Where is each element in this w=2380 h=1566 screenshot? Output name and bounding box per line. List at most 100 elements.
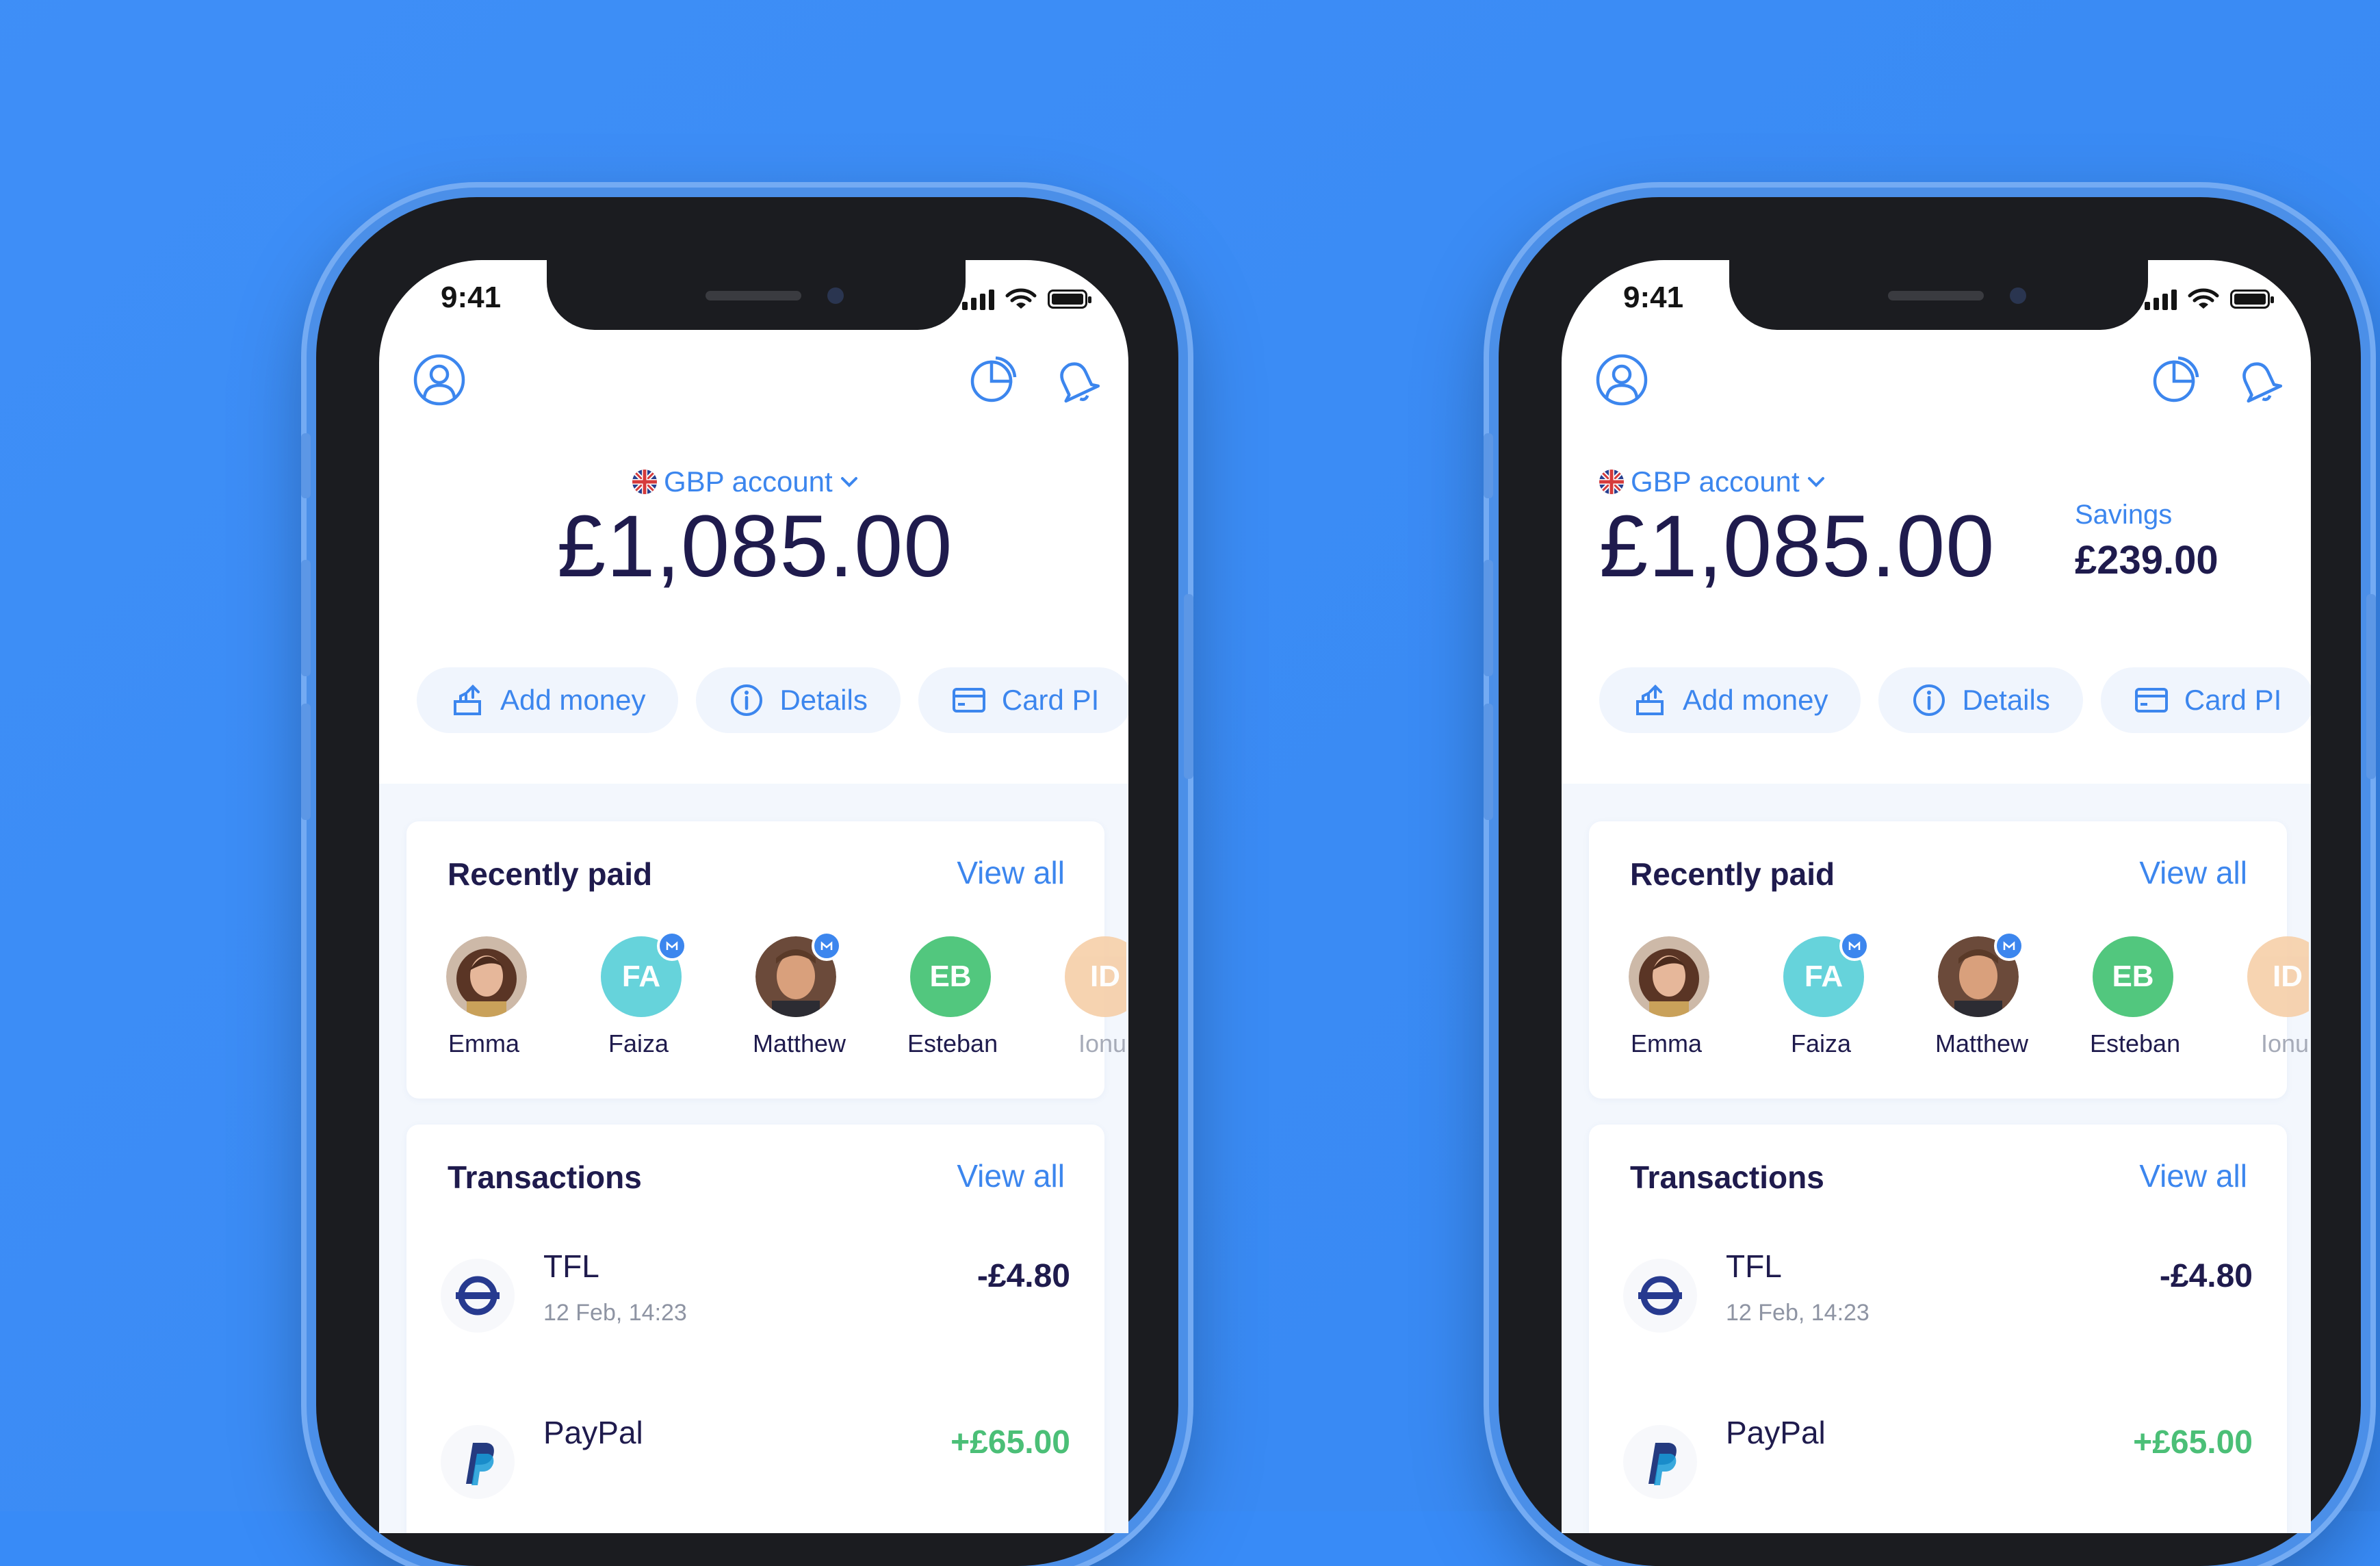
chevron-down-icon	[840, 477, 857, 487]
avatar: ID	[2247, 936, 2309, 1017]
profile-icon[interactable]	[412, 352, 467, 407]
bank-badge-icon	[657, 931, 687, 961]
add-money-button[interactable]: Add money	[417, 667, 679, 733]
signal-icon	[2145, 288, 2177, 310]
contact-name: Faiza	[608, 1029, 669, 1057]
transaction-amount: -£4.80	[976, 1258, 1070, 1294]
battery-icon	[2230, 290, 2274, 309]
transaction-name: PayPal	[1726, 1415, 1826, 1450]
action-bar: Add money Details Card PI	[1599, 667, 2311, 733]
contact-name: Esteban	[2090, 1029, 2181, 1057]
transaction-row[interactable]: PayPal +£65.00	[1623, 1414, 2253, 1517]
contact-name: Ionu	[2260, 1029, 2309, 1057]
stats-icon[interactable]	[2147, 352, 2201, 407]
contact-name: Emma	[1630, 1029, 1702, 1057]
contact-emma[interactable]: Emma	[446, 936, 601, 1058]
transaction-row[interactable]: PayPal +£65.00	[441, 1414, 1070, 1517]
contacts-list: Emma FA Faiza Matthew EB Esteban ID Ionu	[446, 931, 1126, 1058]
transaction-date: 12 Feb, 14:23	[1726, 1300, 1870, 1326]
bell-icon[interactable]	[1048, 352, 1103, 407]
notch	[1729, 260, 2148, 330]
volume-up-button	[301, 560, 311, 676]
savings-label[interactable]: Savings	[2075, 500, 2172, 530]
avatar	[1629, 936, 1709, 1017]
contact-faiza[interactable]: FA Faiza	[1783, 931, 1938, 1058]
status-time: 9:41	[1623, 281, 1684, 314]
transaction-row[interactable]: TFL 12 Feb, 14:23 -£4.80	[1623, 1248, 2253, 1350]
account-selector[interactable]: GBP account	[632, 465, 859, 498]
volume-up-button	[1484, 560, 1493, 676]
recently-paid-title: Recently paid	[1630, 856, 1835, 892]
card-pin-label: Card PI	[1001, 684, 1100, 716]
chevron-down-icon	[1807, 477, 1824, 487]
mute-switch	[1484, 433, 1493, 498]
add-money-label: Add money	[1683, 684, 1828, 716]
status-icons	[962, 287, 1091, 311]
phone-right: 9:41 GBP account £1,085.00 Savings £239.…	[1484, 197, 2376, 1566]
volume-down-button	[1484, 704, 1493, 820]
wifi-icon	[1005, 288, 1037, 309]
contact-name: Emma	[448, 1029, 519, 1057]
contact-emma[interactable]: Emma	[1629, 936, 1783, 1058]
contact-esteban[interactable]: EB Esteban	[2090, 936, 2247, 1058]
action-bar: Add money Details Card PI	[417, 667, 1128, 733]
transaction-amount: +£65.00	[950, 1424, 1070, 1461]
details-button[interactable]: Details	[696, 667, 901, 733]
status-time: 9:41	[441, 281, 502, 314]
power-button	[2366, 594, 2376, 779]
contact-ionu[interactable]: ID Ionu	[1065, 936, 1126, 1058]
details-label: Details	[1962, 684, 2050, 716]
transaction-name: PayPal	[543, 1415, 643, 1450]
savings-balance[interactable]: £239.00	[2075, 537, 2219, 583]
transaction-amount: -£4.80	[2159, 1258, 2253, 1294]
transaction-name: TFL	[543, 1248, 599, 1284]
transaction-amount: +£65.00	[2133, 1424, 2253, 1461]
account-label: GBP account	[664, 465, 833, 498]
card-pin-button[interactable]: Card PI	[2100, 667, 2311, 733]
contact-faiza[interactable]: FA Faiza	[601, 931, 755, 1058]
card-icon	[952, 688, 985, 713]
battery-icon	[1048, 290, 1091, 309]
account-balance: £1,085.00	[557, 498, 953, 595]
transactions-view-all-link[interactable]: View all	[2139, 1157, 2247, 1194]
transactions-view-all-link[interactable]: View all	[957, 1157, 1065, 1194]
bank-badge-icon	[1839, 931, 1870, 961]
contact-matthew[interactable]: Matthew	[1935, 931, 2093, 1058]
contact-esteban[interactable]: EB Esteban	[907, 936, 1065, 1058]
tfl-logo-icon	[1623, 1259, 1697, 1333]
info-icon	[731, 684, 763, 716]
uk-flag-icon	[1599, 470, 1624, 494]
avatar: EB	[2093, 936, 2173, 1017]
profile-icon[interactable]	[1594, 352, 1649, 407]
card-pin-button[interactable]: Card PI	[918, 667, 1128, 733]
transaction-row[interactable]: TFL 12 Feb, 14:23 -£4.80	[441, 1248, 1070, 1350]
add-money-icon	[1636, 684, 1664, 715]
phone-left: 9:41 GBP account £1,085.00 Add money Det…	[301, 197, 1193, 1566]
mute-switch	[301, 433, 311, 498]
recently-paid-view-all-link[interactable]: View all	[2139, 854, 2247, 891]
account-balance: £1,085.00	[1599, 498, 1995, 595]
recently-paid-title: Recently paid	[448, 856, 653, 892]
account-selector[interactable]: GBP account	[1599, 465, 1826, 498]
contact-matthew[interactable]: Matthew	[753, 931, 910, 1058]
contact-ionu[interactable]: ID Ionu	[2247, 936, 2309, 1058]
add-money-icon	[454, 684, 481, 715]
avatar	[446, 936, 527, 1017]
transaction-date: 12 Feb, 14:23	[543, 1300, 687, 1326]
recently-paid-card: Recently paid View all Emma FA Faiza Mat…	[406, 821, 1126, 1099]
screen: 9:41	[379, 260, 1128, 1533]
transaction-name: TFL	[1726, 1248, 1782, 1284]
notch	[547, 260, 966, 330]
add-money-button[interactable]: Add money	[1599, 667, 1861, 733]
power-button	[1184, 594, 1193, 779]
volume-down-button	[301, 704, 311, 820]
screen: 9:41	[1562, 260, 2311, 1533]
bank-badge-icon	[812, 931, 842, 961]
recently-paid-view-all-link[interactable]: View all	[957, 854, 1065, 891]
details-button[interactable]: Details	[1878, 667, 2083, 733]
transactions-card: Transactions View all TFL 12 Feb, 14:23 …	[406, 1125, 1104, 1533]
stats-icon[interactable]	[964, 352, 1019, 407]
transactions-title: Transactions	[1630, 1159, 1824, 1195]
info-icon	[1913, 684, 1945, 716]
bell-icon[interactable]	[2231, 352, 2286, 407]
